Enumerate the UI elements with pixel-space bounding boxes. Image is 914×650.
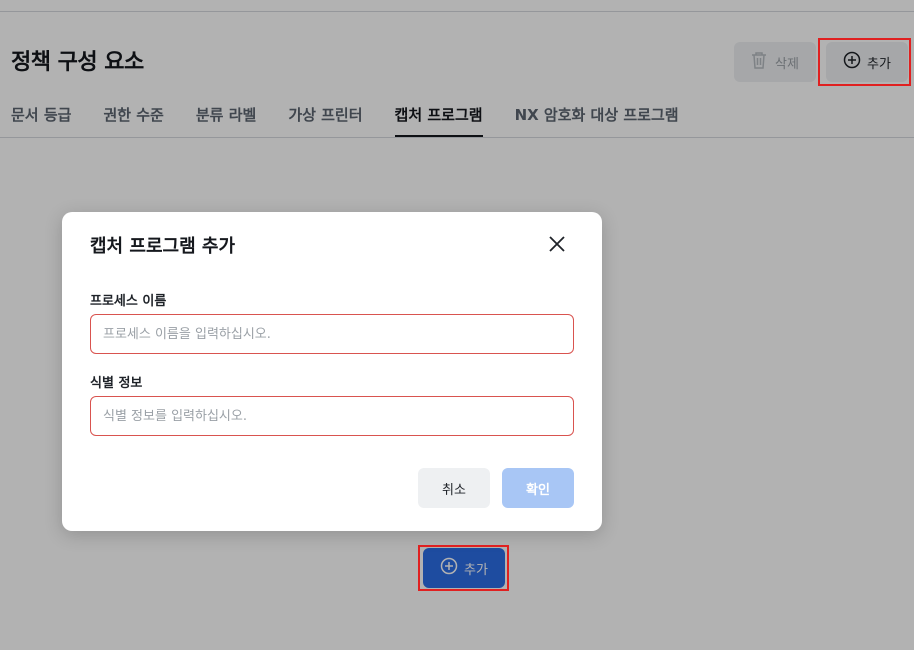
cancel-button[interactable]: 취소 bbox=[418, 468, 490, 508]
highlight-box-top-add bbox=[818, 38, 911, 86]
close-icon bbox=[549, 235, 565, 255]
highlight-box-center-add bbox=[418, 545, 509, 591]
dialog-title: 캡처 프로그램 추가 bbox=[90, 236, 236, 257]
process-name-input[interactable] bbox=[90, 314, 574, 354]
close-button[interactable] bbox=[546, 234, 568, 256]
add-capture-program-dialog: 캡처 프로그램 추가 프로세스 이름 식별 정보 취소 확인 bbox=[62, 212, 602, 531]
dialog-footer: 취소 확인 bbox=[418, 468, 574, 508]
confirm-button[interactable]: 확인 bbox=[502, 468, 574, 508]
identifier-input[interactable] bbox=[90, 396, 574, 436]
process-name-label: 프로세스 이름 bbox=[90, 294, 167, 309]
identifier-label: 식별 정보 bbox=[90, 376, 143, 391]
